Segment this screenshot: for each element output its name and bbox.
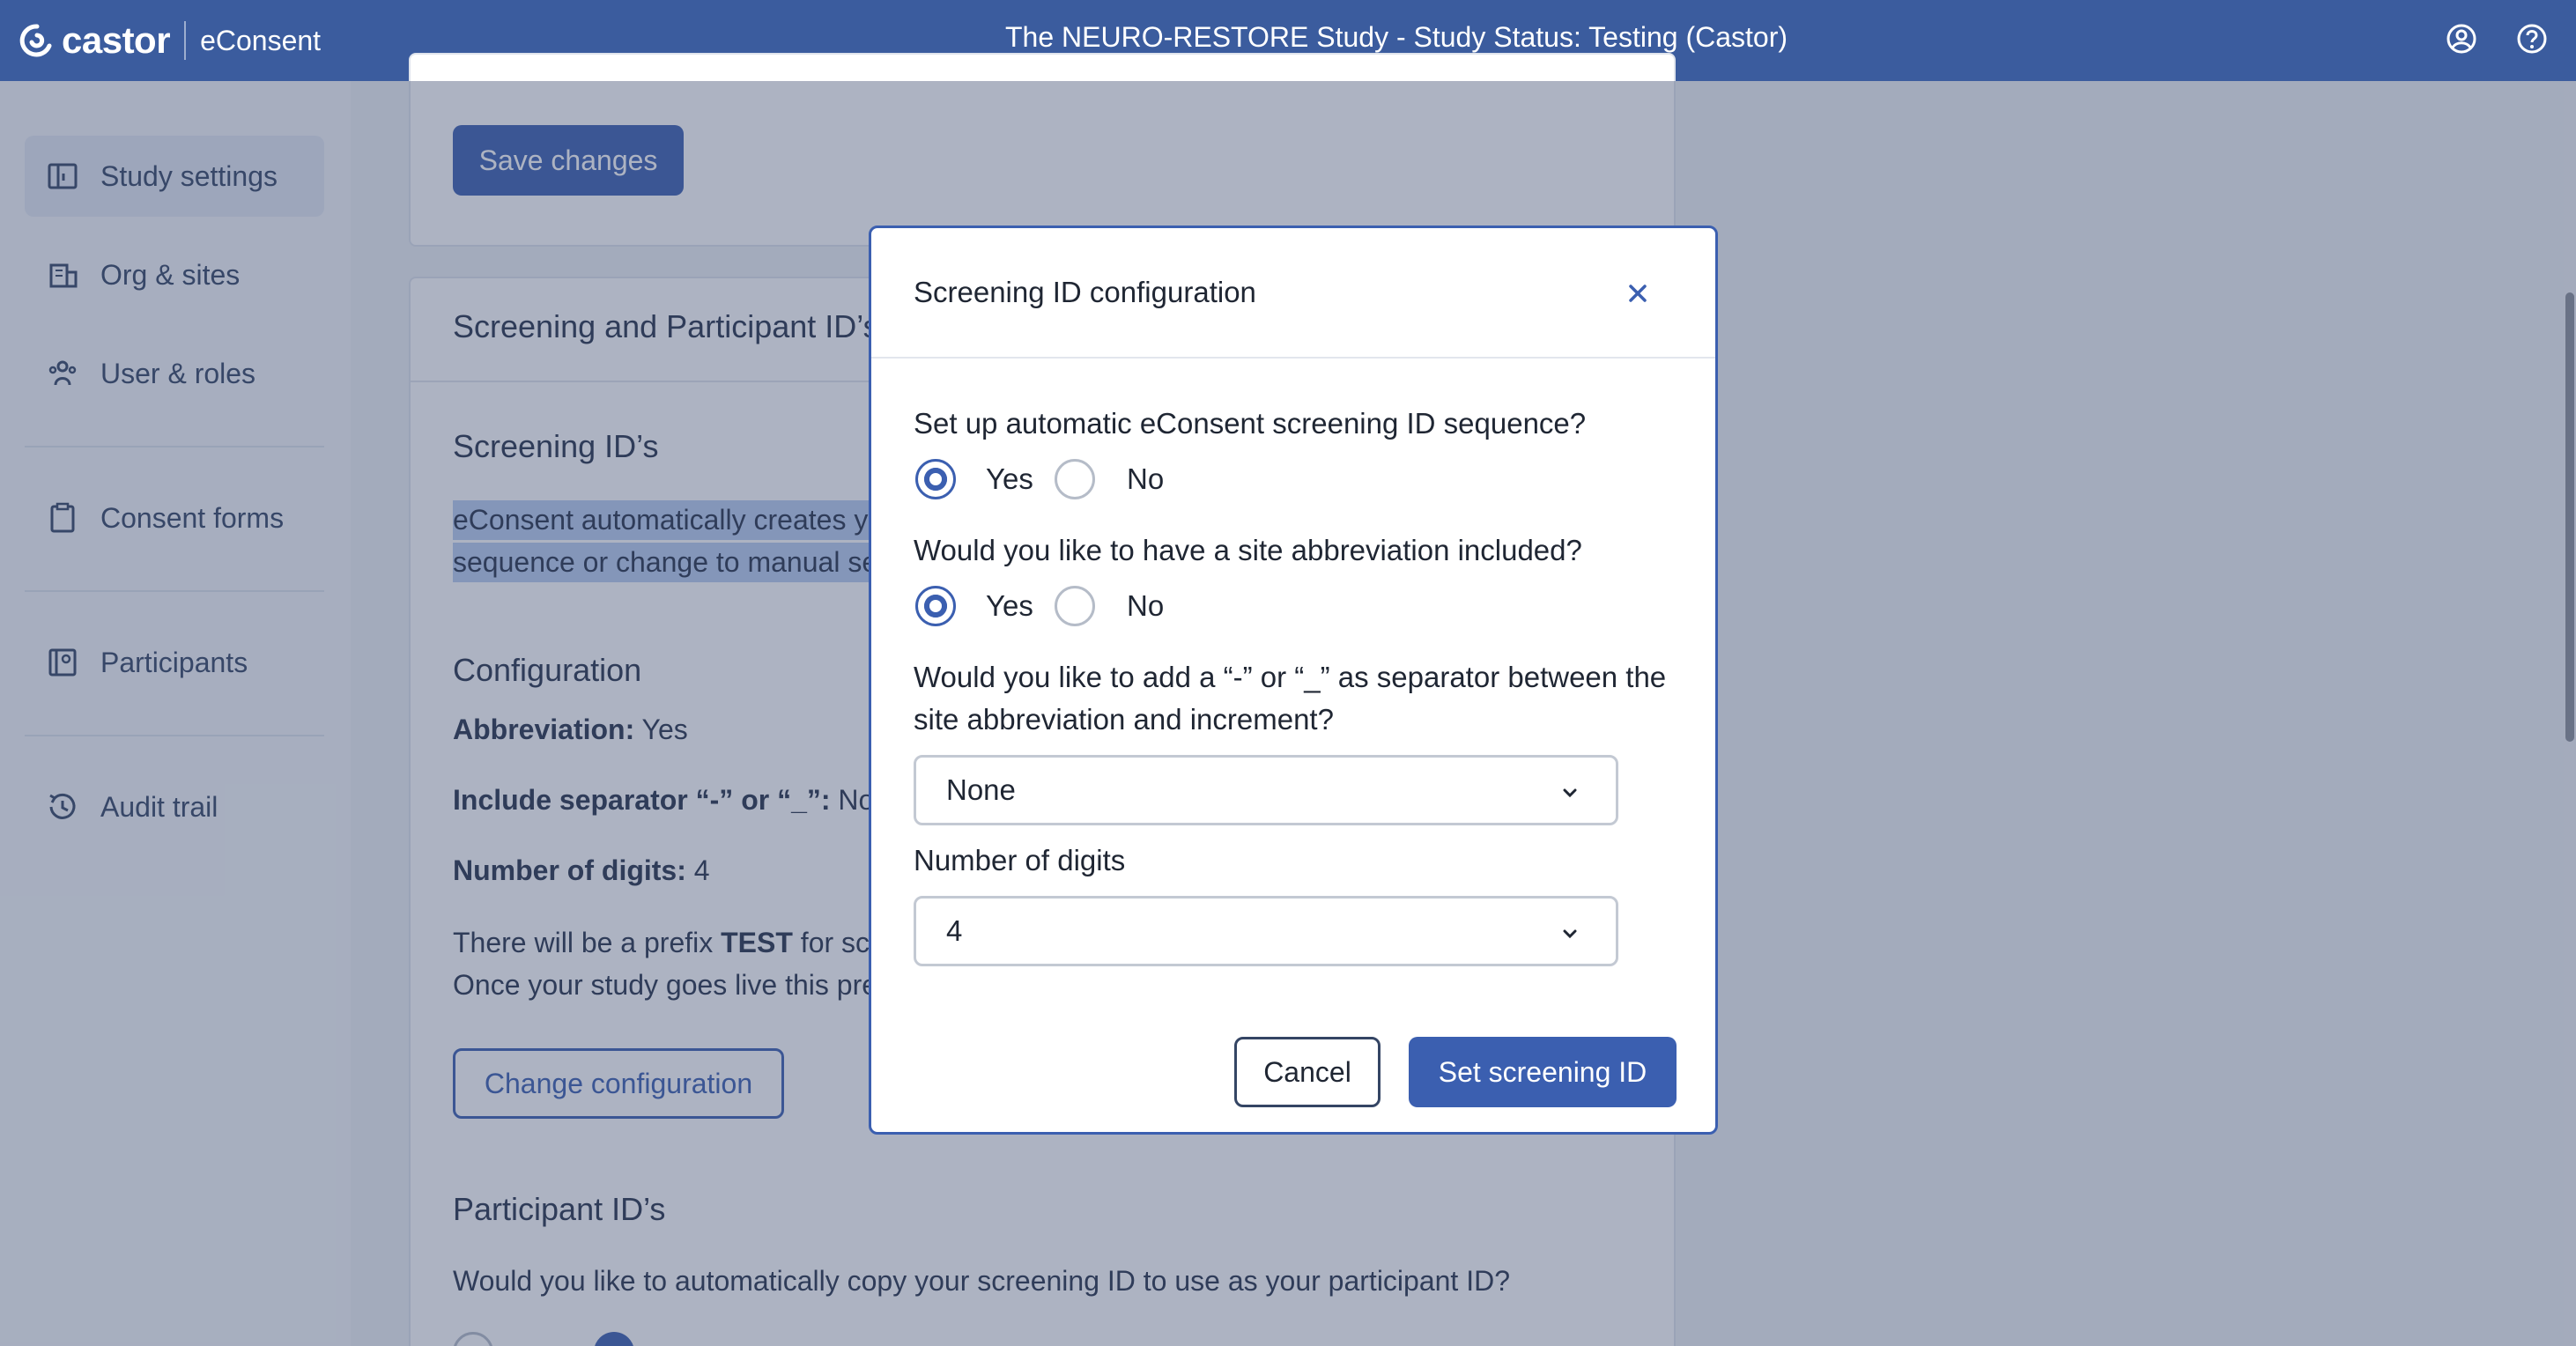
site-abbreviation-radio-yes[interactable]	[915, 586, 956, 626]
screening-id-modal: Screening ID configuration Set up automa…	[869, 226, 1718, 1135]
auto-sequence-question: Set up automatic eConsent screening ID s…	[914, 407, 1587, 440]
separator-question-line1: Would you like to add a “-” or “_” as se…	[914, 661, 1667, 693]
close-icon[interactable]	[1620, 276, 1655, 311]
site-abbreviation-radio-no[interactable]	[1055, 586, 1095, 626]
auto-sequence-no-label[interactable]: No	[1127, 462, 1164, 496]
site-abbreviation-no-label[interactable]: No	[1127, 589, 1164, 623]
user-circle-icon[interactable]	[2444, 21, 2479, 56]
auto-sequence-radio-yes[interactable]	[915, 459, 956, 499]
separator-question-line2: site abbreviation and increment?	[914, 703, 1334, 736]
digits-question: Number of digits	[914, 844, 1126, 876]
digits-select-value: 4	[946, 914, 963, 947]
study-title: The NEURO-RESTORE Study - Study Status: …	[1005, 21, 1788, 53]
digits-select[interactable]: 4	[914, 896, 1618, 966]
help-circle-icon[interactable]	[2514, 21, 2550, 56]
site-abbreviation-yes-label[interactable]: Yes	[986, 589, 1033, 623]
auto-sequence-yes-label[interactable]: Yes	[986, 462, 1033, 496]
site-abbreviation-question: Would you like to have a site abbreviati…	[914, 534, 1582, 566]
set-screening-id-button[interactable]: Set screening ID	[1409, 1037, 1677, 1107]
modal-title: Screening ID configuration	[914, 276, 1256, 308]
separator-select[interactable]: None	[914, 755, 1618, 825]
chevron-down-icon	[1563, 929, 1577, 939]
cancel-button[interactable]: Cancel	[1234, 1037, 1381, 1107]
auto-sequence-radio-no[interactable]	[1055, 459, 1095, 499]
modal-header: Screening ID configuration	[871, 228, 1715, 359]
separator-select-value: None	[946, 773, 1016, 806]
chevron-down-icon	[1563, 788, 1577, 798]
